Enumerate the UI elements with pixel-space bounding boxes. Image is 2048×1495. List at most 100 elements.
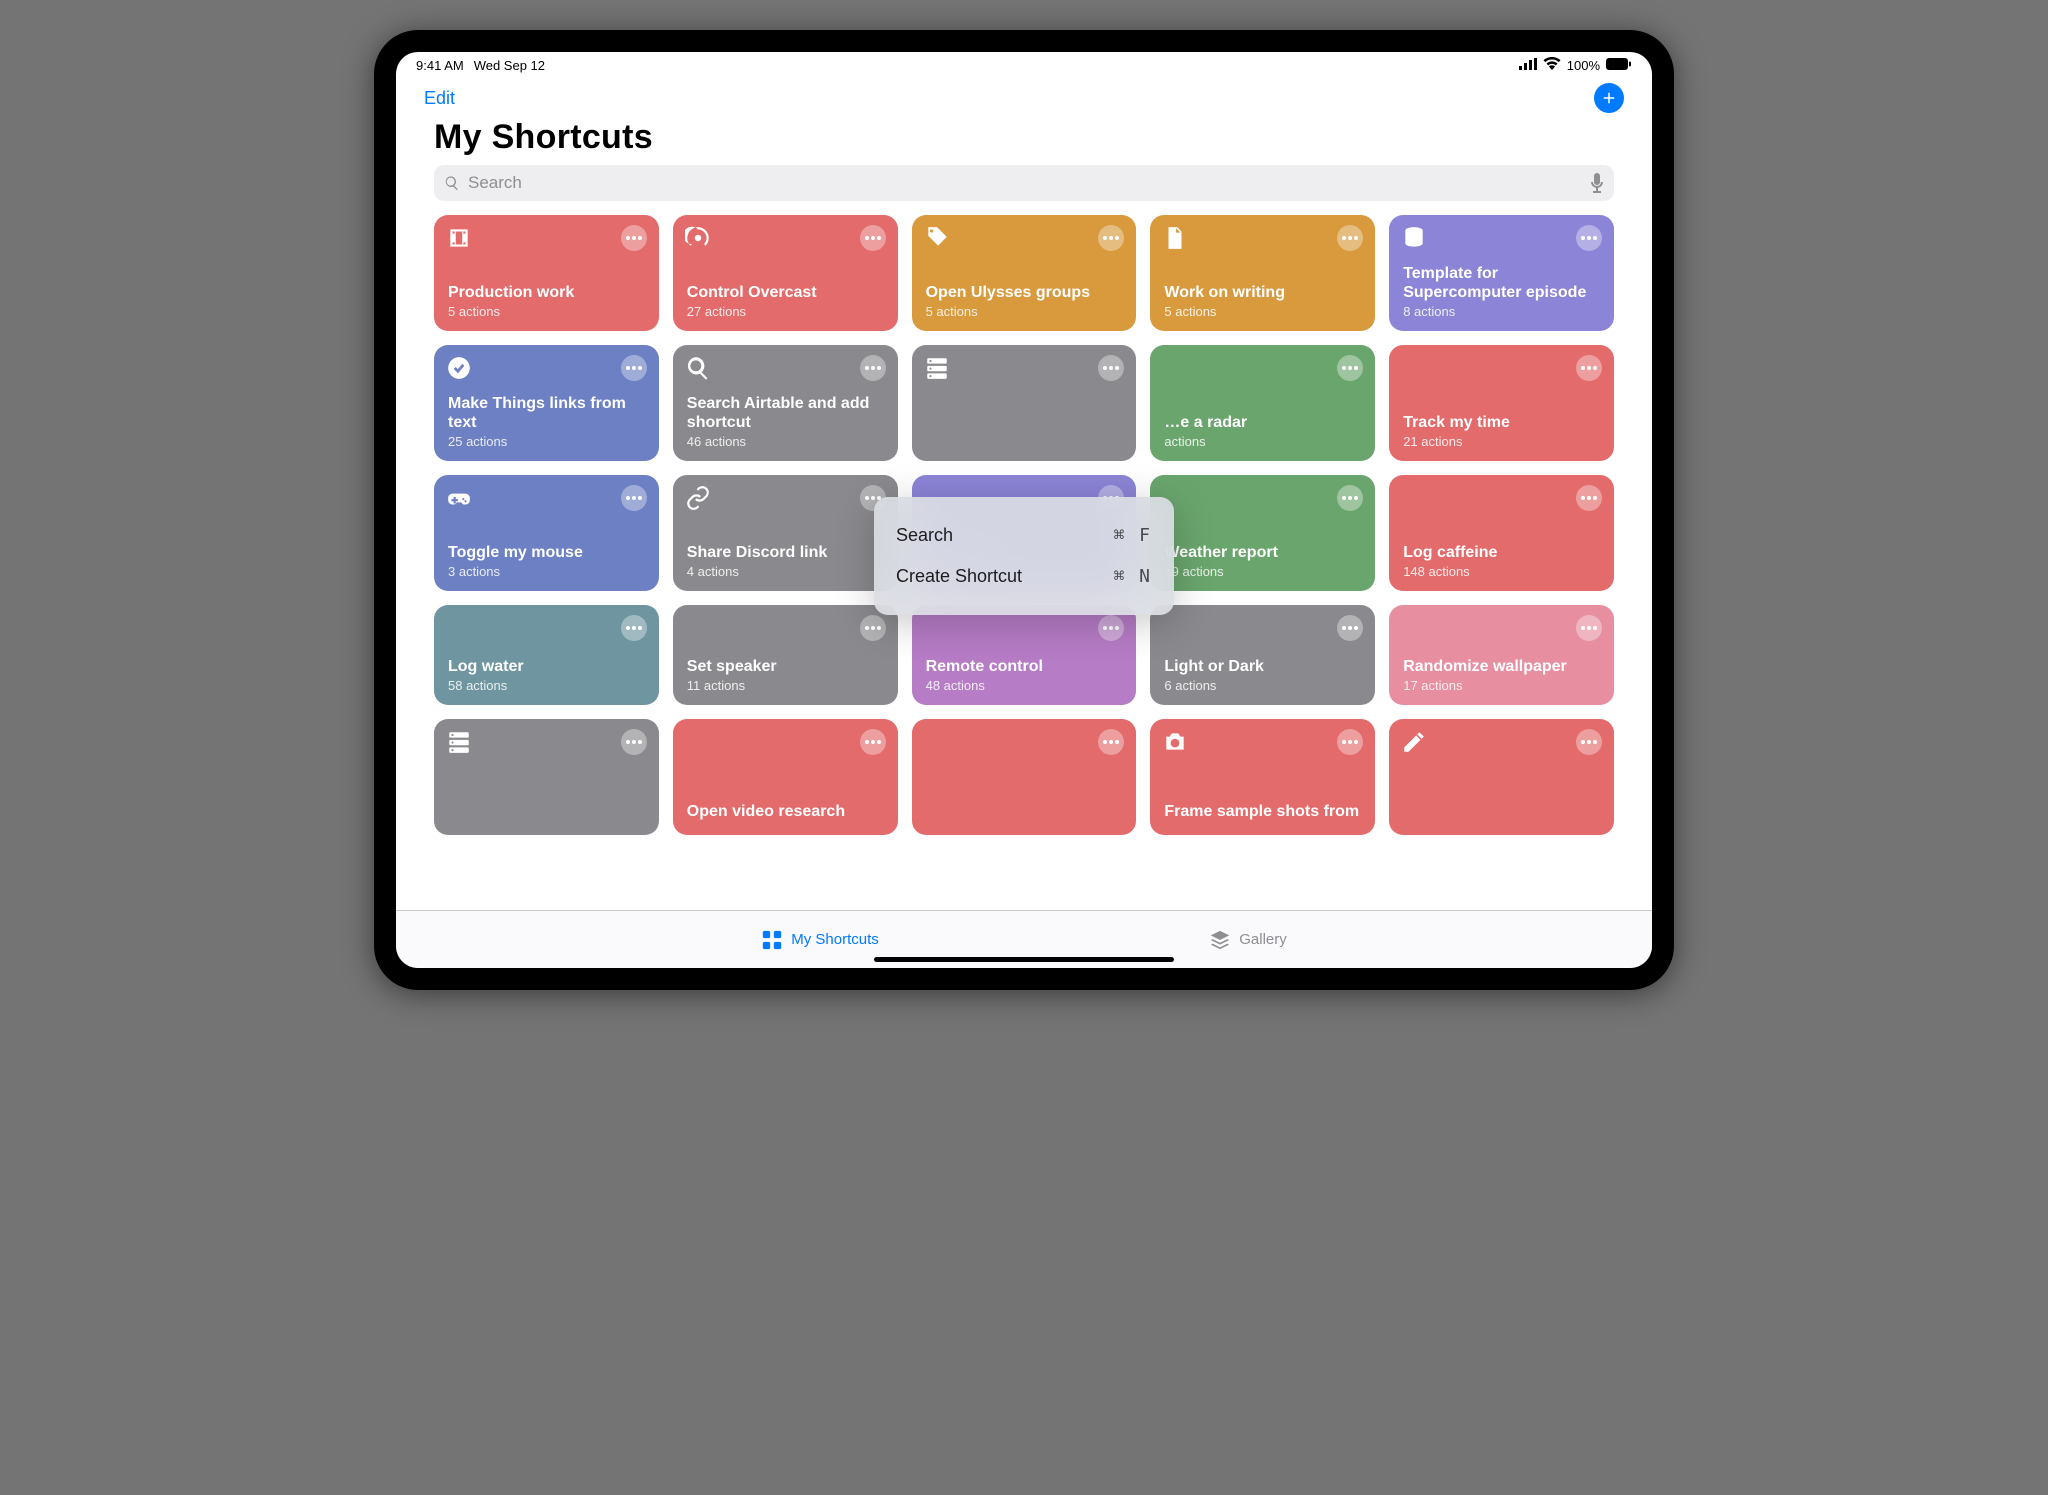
card-more-button[interactable] [621, 485, 647, 511]
card-more-button[interactable] [860, 225, 886, 251]
card-more-button[interactable] [621, 615, 647, 641]
card-title: Log water [448, 657, 645, 676]
shortcut-card[interactable]: Share Discord link4 actions [673, 475, 898, 591]
shortcut-card[interactable] [434, 719, 659, 835]
card-more-button[interactable] [1098, 355, 1124, 381]
card-title: Log caffeine [1403, 543, 1600, 562]
shortcut-card[interactable]: Set speaker11 actions [673, 605, 898, 705]
card-subtitle: 11 actions [687, 678, 884, 693]
shortcut-card[interactable]: Weather report19 actions [1150, 475, 1375, 591]
battery-icon [1606, 58, 1632, 73]
shortcut-card[interactable] [912, 719, 1137, 835]
shortcut-card[interactable] [1389, 719, 1614, 835]
link-icon [685, 485, 711, 511]
card-subtitle: 48 actions [926, 678, 1123, 693]
shortcut-card[interactable]: Production work5 actions [434, 215, 659, 331]
card-title: Open video research [687, 802, 884, 821]
search-bar[interactable] [434, 165, 1614, 201]
popup-row-create[interactable]: Create Shortcut ⌘ N [896, 556, 1152, 597]
card-more-button[interactable] [860, 355, 886, 381]
card-more-button[interactable] [1337, 615, 1363, 641]
card-more-button[interactable] [621, 225, 647, 251]
card-more-button[interactable] [860, 615, 886, 641]
card-subtitle: 46 actions [687, 434, 884, 449]
microphone-icon[interactable] [1590, 173, 1604, 193]
card-more-button[interactable] [1576, 355, 1602, 381]
tab-my-shortcuts[interactable]: My Shortcuts [761, 929, 879, 951]
card-subtitle: 27 actions [687, 304, 884, 319]
grid-icon [761, 929, 783, 951]
search-icon [685, 355, 711, 381]
card-more-button[interactable] [1576, 729, 1602, 755]
popup-label: Create Shortcut [896, 566, 1022, 587]
screen: 9:41 AM Wed Sep 12 100% Edit [396, 52, 1652, 968]
shortcut-card[interactable]: Template for Supercomputer episode 8 acti… [1389, 215, 1614, 331]
card-more-button[interactable] [1098, 729, 1124, 755]
card-more-button[interactable] [1576, 225, 1602, 251]
card-title: Make Things links from text [448, 394, 645, 432]
card-subtitle: 6 actions [1164, 678, 1361, 693]
popup-label: Search [896, 525, 953, 546]
card-subtitle: actions [1164, 434, 1361, 449]
tab-label: Gallery [1239, 931, 1287, 948]
shortcut-card[interactable]: Track my time21 actions [1389, 345, 1614, 461]
card-title: Weather report [1164, 543, 1361, 562]
card-more-button[interactable] [1337, 729, 1363, 755]
shortcut-card[interactable]: Control Overcast 27 actions [673, 215, 898, 331]
card-title: Template for Supercomputer episode [1403, 264, 1600, 302]
server-icon [446, 729, 472, 755]
card-title: Remote control [926, 657, 1123, 676]
page-title: My Shortcuts [396, 118, 1652, 165]
shortcut-card[interactable]: …e a radaractions [1150, 345, 1375, 461]
shortcut-card[interactable]: Light or Dark6 actions [1150, 605, 1375, 705]
edit-button[interactable]: Edit [424, 88, 455, 109]
shortcut-card[interactable]: Work on writing 5 actions [1150, 215, 1375, 331]
card-more-button[interactable] [621, 355, 647, 381]
shortcut-card[interactable]: Open Ulysses groups5 actions [912, 215, 1137, 331]
shortcut-card[interactable]: Toggle my mouse3 actions [434, 475, 659, 591]
game-icon [446, 485, 472, 511]
ipad-frame: 9:41 AM Wed Sep 12 100% Edit [374, 30, 1674, 990]
card-more-button[interactable] [1337, 355, 1363, 381]
battery-label: 100% [1567, 58, 1600, 73]
shortcut-card[interactable]: Remote control 48 actions [912, 605, 1137, 705]
card-more-button[interactable] [1576, 615, 1602, 641]
shortcut-card[interactable]: Frame sample shots from [1150, 719, 1375, 835]
search-input[interactable] [468, 173, 1582, 193]
stack-icon [1401, 225, 1427, 251]
card-subtitle: 5 actions [448, 304, 645, 319]
card-more-button[interactable] [621, 729, 647, 755]
keyboard-shortcuts-popup: Search ⌘ F Create Shortcut ⌘ N [874, 497, 1174, 615]
card-more-button[interactable] [860, 729, 886, 755]
card-more-button[interactable] [1576, 485, 1602, 511]
add-shortcut-button[interactable] [1594, 83, 1624, 113]
shortcut-card[interactable]: Search Airtable and add shortcut46 actio… [673, 345, 898, 461]
podcast-icon [685, 225, 711, 251]
card-subtitle: 25 actions [448, 434, 645, 449]
popup-row-search[interactable]: Search ⌘ F [896, 515, 1152, 556]
cellular-icon [1519, 58, 1537, 73]
card-title: Work on writing [1164, 283, 1361, 302]
card-subtitle: 17 actions [1403, 678, 1600, 693]
shortcut-card[interactable]: Log water58 actions [434, 605, 659, 705]
card-more-button[interactable] [1337, 485, 1363, 511]
shortcut-card[interactable]: Randomize wallpaper17 actions [1389, 605, 1614, 705]
card-title: Control Overcast [687, 283, 884, 302]
nav-bar: Edit [396, 78, 1652, 118]
card-subtitle: 5 actions [1164, 304, 1361, 319]
shortcut-card[interactable]: Log caffeine 148 actions [1389, 475, 1614, 591]
card-subtitle: 148 actions [1403, 564, 1600, 579]
popup-keys: ⌘ N [1113, 566, 1152, 587]
card-more-button[interactable] [1337, 225, 1363, 251]
card-subtitle: 4 actions [687, 564, 884, 579]
shortcut-card[interactable] [912, 345, 1137, 461]
shortcut-card[interactable]: Open video research [673, 719, 898, 835]
home-indicator[interactable] [874, 957, 1174, 962]
shortcut-card[interactable]: Make Things links from text 25 actions [434, 345, 659, 461]
tab-label: My Shortcuts [791, 931, 879, 948]
card-subtitle: 8 actions [1403, 304, 1600, 319]
tab-gallery[interactable]: Gallery [1209, 929, 1287, 951]
card-more-button[interactable] [1098, 225, 1124, 251]
card-more-button[interactable] [1098, 615, 1124, 641]
shortcuts-grid-wrapper: Production work5 actionsControl Overcast… [396, 215, 1652, 910]
